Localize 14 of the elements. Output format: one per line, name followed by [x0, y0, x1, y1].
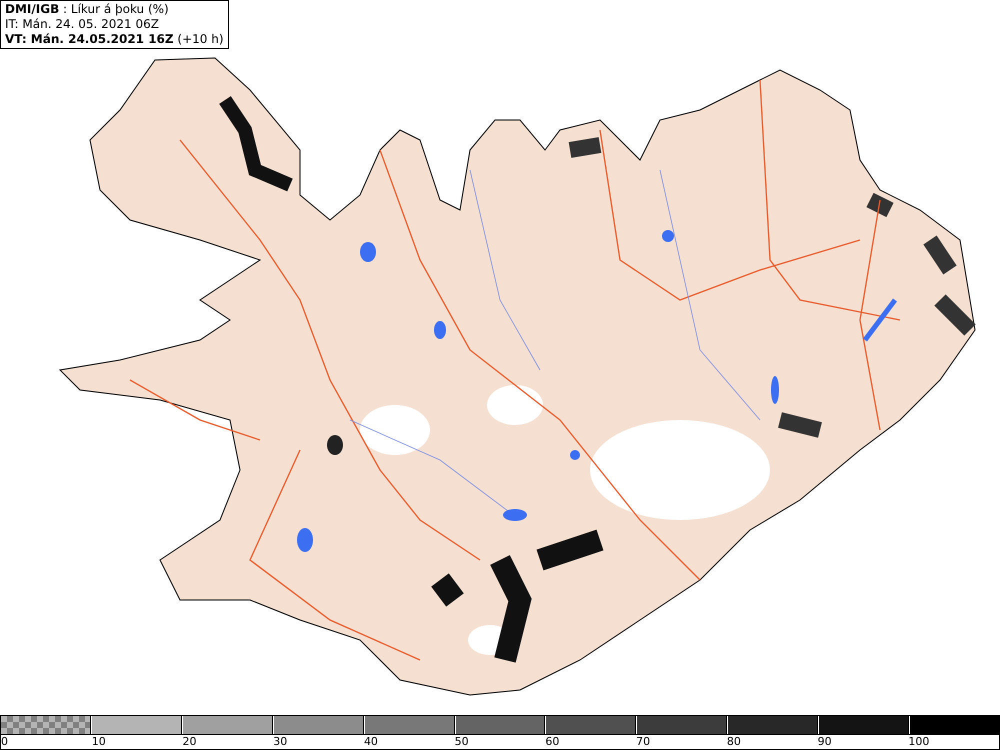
legend-label: 20: [182, 735, 196, 748]
legend-label: 90: [818, 735, 832, 748]
title-line: DMI/IGB : Líkur á þoku (%): [5, 2, 170, 17]
title-line: VT: Mán. 24.05.2021 16Z (+10 h): [5, 32, 224, 47]
legend-label: 0: [1, 735, 8, 748]
legend-label: 40: [364, 735, 378, 748]
legend-label: 10: [92, 735, 106, 748]
legend-label: 60: [545, 735, 560, 748]
legend-label: 100: [908, 735, 930, 748]
legend-label: 70: [636, 735, 650, 748]
legend-label: 30: [273, 735, 288, 748]
title-line: IT: Mán. 24. 05. 2021 06Z: [5, 17, 160, 32]
legend-label: 80: [726, 735, 741, 748]
legend-label: 50: [454, 735, 469, 748]
